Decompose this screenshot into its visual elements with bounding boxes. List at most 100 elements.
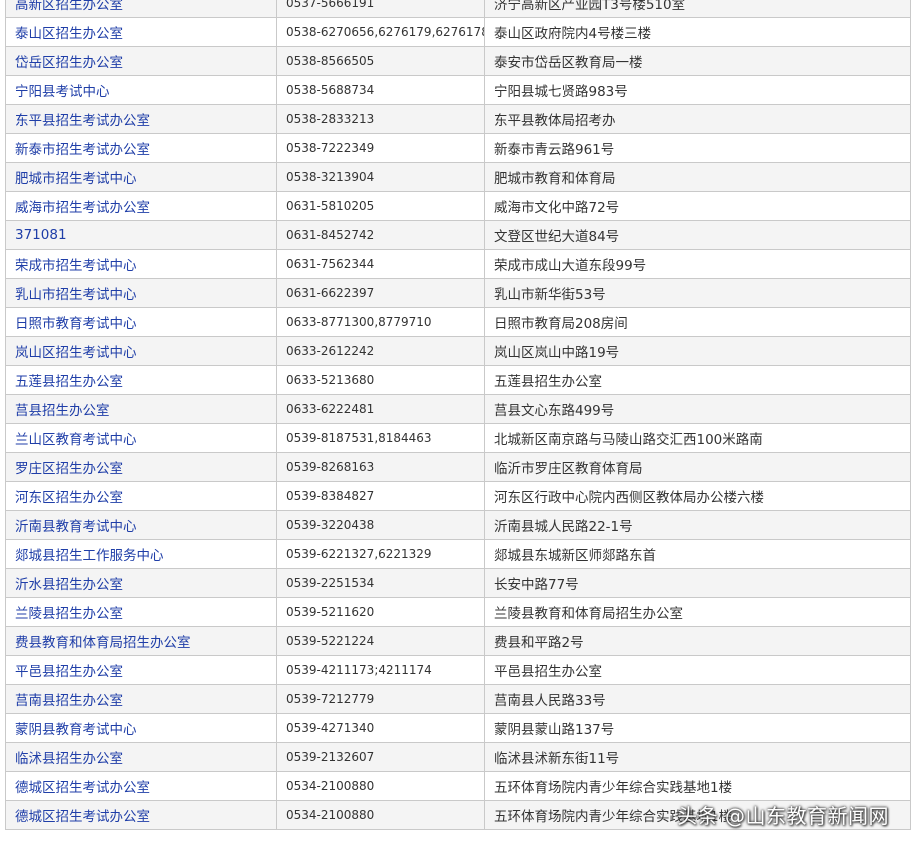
phone-cell: 0631-8452742	[276, 220, 485, 250]
phone-cell: 0534-2100880	[276, 800, 485, 830]
office-link[interactable]: 罗庄区招生办公室	[5, 452, 277, 482]
office-link[interactable]: 莒南县招生办公室	[5, 684, 277, 714]
table-row: 岚山区招生考试中心 0633-2612242 岚山区岚山中路19号	[5, 336, 911, 366]
phone-cell: 0539-7212779	[276, 684, 485, 714]
office-link[interactable]: 平邑县招生办公室	[5, 655, 277, 685]
address-cell: 沂南县城人民路22-1号	[484, 510, 911, 540]
phone-cell: 0633-6222481	[276, 394, 485, 424]
office-link[interactable]: 日照市教育考试中心	[5, 307, 277, 337]
phone-cell: 0539-5221224	[276, 626, 485, 656]
table-row: 五莲县招生办公室 0633-5213680 五莲县招生办公室	[5, 365, 911, 395]
address-cell: 文登区世纪大道84号	[484, 220, 911, 250]
office-link[interactable]: 岚山区招生考试中心	[5, 336, 277, 366]
phone-cell: 0631-5810205	[276, 191, 485, 221]
phone-cell: 0631-7562344	[276, 249, 485, 279]
table-row: 平邑县招生办公室 0539-4211173;4211174 平邑县招生办公室	[5, 655, 911, 685]
phone-cell: 0631-6622397	[276, 278, 485, 308]
phone-cell: 0539-2251534	[276, 568, 485, 598]
address-cell: 长安中路77号	[484, 568, 911, 598]
office-link[interactable]: 五莲县招生办公室	[5, 365, 277, 395]
table-row: 临沭县招生办公室 0539-2132607 临沭县沭新东街11号	[5, 742, 911, 772]
table-row: 沂南县教育考试中心 0539-3220438 沂南县城人民路22-1号	[5, 510, 911, 540]
address-cell: 郯城县东城新区师郯路东首	[484, 539, 911, 569]
phone-cell: 0538-5688734	[276, 75, 485, 105]
address-cell: 威海市文化中路72号	[484, 191, 911, 221]
table-row: 荣成市招生考试中心 0631-7562344 荣成市成山大道东段99号	[5, 249, 911, 279]
office-link[interactable]: 德城区招生考试办公室	[5, 800, 277, 830]
address-cell: 岚山区岚山中路19号	[484, 336, 911, 366]
address-cell: 济宁高新区产业园T3号楼510室	[484, 0, 911, 18]
phone-cell: 0538-8566505	[276, 46, 485, 76]
address-cell: 莒县文心东路499号	[484, 394, 911, 424]
office-link[interactable]: 沂南县教育考试中心	[5, 510, 277, 540]
office-link[interactable]: 乳山市招生考试中心	[5, 278, 277, 308]
phone-cell: 0538-2833213	[276, 104, 485, 134]
office-link[interactable]: 临沭县招生办公室	[5, 742, 277, 772]
address-cell: 肥城市教育和体育局	[484, 162, 911, 192]
phone-cell: 0539-4211173;4211174	[276, 655, 485, 685]
office-link[interactable]: 宁阳县考试中心	[5, 75, 277, 105]
phone-cell: 0539-8268163	[276, 452, 485, 482]
address-cell: 兰陵县教育和体育局招生办公室	[484, 597, 911, 627]
address-cell: 荣成市成山大道东段99号	[484, 249, 911, 279]
table-row: 蒙阴县教育考试中心 0539-4271340 蒙阴县蒙山路137号	[5, 713, 911, 743]
phone-cell: 0537-5666191	[276, 0, 485, 18]
table-row: 371081 0631-8452742 文登区世纪大道84号	[5, 220, 911, 250]
office-link[interactable]: 兰山区教育考试中心	[5, 423, 277, 453]
table-row: 高新区招生办公室 0537-5666191 济宁高新区产业园T3号楼510室	[5, 0, 911, 18]
address-cell: 五莲县招生办公室	[484, 365, 911, 395]
office-link[interactable]: 371081	[5, 220, 277, 250]
table-row: 肥城市招生考试中心 0538-3213904 肥城市教育和体育局	[5, 162, 911, 192]
table-row: 河东区招生办公室 0539-8384827 河东区行政中心院内西侧区教体局办公楼六楼	[5, 481, 911, 511]
table-body: 高新区招生办公室 0537-5666191 济宁高新区产业园T3号楼510室 泰山区招…	[5, 0, 911, 830]
phone-cell: 0633-5213680	[276, 365, 485, 395]
address-cell: 河东区行政中心院内西侧区教体局办公楼六楼	[484, 481, 911, 511]
office-link[interactable]: 高新区招生办公室	[5, 0, 277, 18]
address-cell: 费县和平路2号	[484, 626, 911, 656]
office-link[interactable]: 莒县招生办公室	[5, 394, 277, 424]
phone-cell: 0538-6270656,6276179,6276178	[276, 17, 485, 47]
address-cell: 五环体育场院内青少年综合实践基地1楼	[484, 771, 911, 801]
phone-cell: 0539-8187531,8184463	[276, 423, 485, 453]
office-link[interactable]: 泰山区招生办公室	[5, 17, 277, 47]
office-link[interactable]: 郯城县招生工作服务中心	[5, 539, 277, 569]
office-link[interactable]: 德城区招生考试办公室	[5, 771, 277, 801]
office-link[interactable]: 荣成市招生考试中心	[5, 249, 277, 279]
office-link[interactable]: 威海市招生考试办公室	[5, 191, 277, 221]
address-cell: 新泰市青云路961号	[484, 133, 911, 163]
table-row: 沂水县招生办公室 0539-2251534 长安中路77号	[5, 568, 911, 598]
table-row: 东平县招生考试办公室 0538-2833213 东平县教体局招考办	[5, 104, 911, 134]
phone-cell: 0534-2100880	[276, 771, 485, 801]
table-row: 德城区招生考试办公室 0534-2100880 五环体育场院内青少年综合实践基地1楼	[5, 771, 911, 801]
table-row: 宁阳县考试中心 0538-5688734 宁阳县城七贤路983号	[5, 75, 911, 105]
address-cell: 平邑县招生办公室	[484, 655, 911, 685]
phone-cell: 0538-7222349	[276, 133, 485, 163]
phone-cell: 0633-8771300,8779710	[276, 307, 485, 337]
office-link[interactable]: 东平县招生考试办公室	[5, 104, 277, 134]
phone-cell: 0539-4271340	[276, 713, 485, 743]
phone-cell: 0539-5211620	[276, 597, 485, 627]
table-row: 泰山区招生办公室 0538-6270656,6276179,6276178 泰山区政…	[5, 17, 911, 47]
office-link[interactable]: 肥城市招生考试中心	[5, 162, 277, 192]
office-link[interactable]: 沂水县招生办公室	[5, 568, 277, 598]
phone-cell: 0539-8384827	[276, 481, 485, 511]
address-cell: 蒙阴县蒙山路137号	[484, 713, 911, 743]
table-row: 新泰市招生考试办公室 0538-7222349 新泰市青云路961号	[5, 133, 911, 163]
address-cell: 日照市教育局208房间	[484, 307, 911, 337]
office-link[interactable]: 河东区招生办公室	[5, 481, 277, 511]
office-link[interactable]: 蒙阴县教育考试中心	[5, 713, 277, 743]
office-link[interactable]: 新泰市招生考试办公室	[5, 133, 277, 163]
office-link[interactable]: 兰陵县招生办公室	[5, 597, 277, 627]
table-row: 费县教育和体育局招生办公室 0539-5221224 费县和平路2号	[5, 626, 911, 656]
phone-cell: 0538-3213904	[276, 162, 485, 192]
table-row: 郯城县招生工作服务中心 0539-6221327,6221329 郯城县东城新区师郯…	[5, 539, 911, 569]
address-cell: 莒南县人民路33号	[484, 684, 911, 714]
table-row: 岱岳区招生办公室 0538-8566505 泰安市岱岳区教育局一楼	[5, 46, 911, 76]
phone-cell: 0539-2132607	[276, 742, 485, 772]
office-link[interactable]: 岱岳区招生办公室	[5, 46, 277, 76]
address-cell: 东平县教体局招考办	[484, 104, 911, 134]
table-row: 罗庄区招生办公室 0539-8268163 临沂市罗庄区教育体育局	[5, 452, 911, 482]
admissions-office-table: 高新区招生办公室 0537-5666191 济宁高新区产业园T3号楼510室 泰山区招…	[5, 0, 911, 830]
phone-cell: 0539-3220438	[276, 510, 485, 540]
office-link[interactable]: 费县教育和体育局招生办公室	[5, 626, 277, 656]
